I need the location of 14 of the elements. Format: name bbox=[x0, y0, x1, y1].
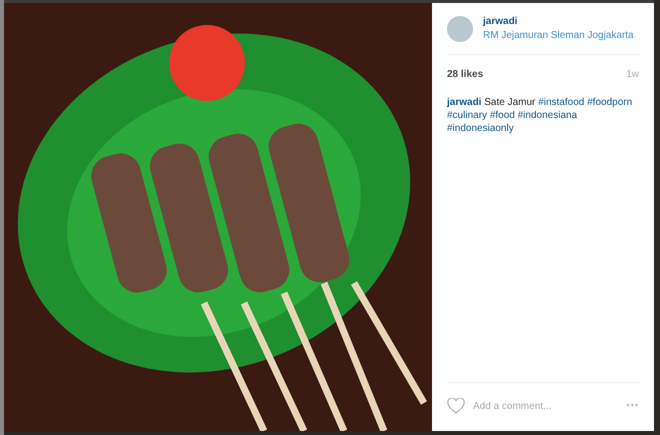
hashtag-link[interactable]: #indonesiana bbox=[518, 110, 578, 121]
comment-field[interactable]: Add a comment... bbox=[473, 398, 627, 414]
hashtag-link[interactable]: #indonesiaonly bbox=[447, 123, 514, 134]
likes-count: 28 likes bbox=[447, 68, 484, 82]
hashtag-link[interactable]: #foodporn bbox=[587, 97, 632, 108]
heart-icon[interactable] bbox=[447, 398, 465, 414]
hashtag-link[interactable]: #instafood bbox=[538, 97, 584, 108]
caption: jarwadi Sate Jamur #instafood #foodporn #culinary #food #indonesiana #indonesiaonly bbox=[447, 96, 634, 135]
avatar[interactable] bbox=[447, 16, 473, 42]
username-link[interactable]: jarwadi bbox=[447, 97, 482, 108]
hashtag-link[interactable]: #food bbox=[490, 110, 515, 121]
post-time: 1w bbox=[626, 68, 639, 82]
username-link[interactable]: jarwadi bbox=[483, 14, 634, 28]
hashtag-link[interactable]: #culinary bbox=[447, 110, 488, 121]
